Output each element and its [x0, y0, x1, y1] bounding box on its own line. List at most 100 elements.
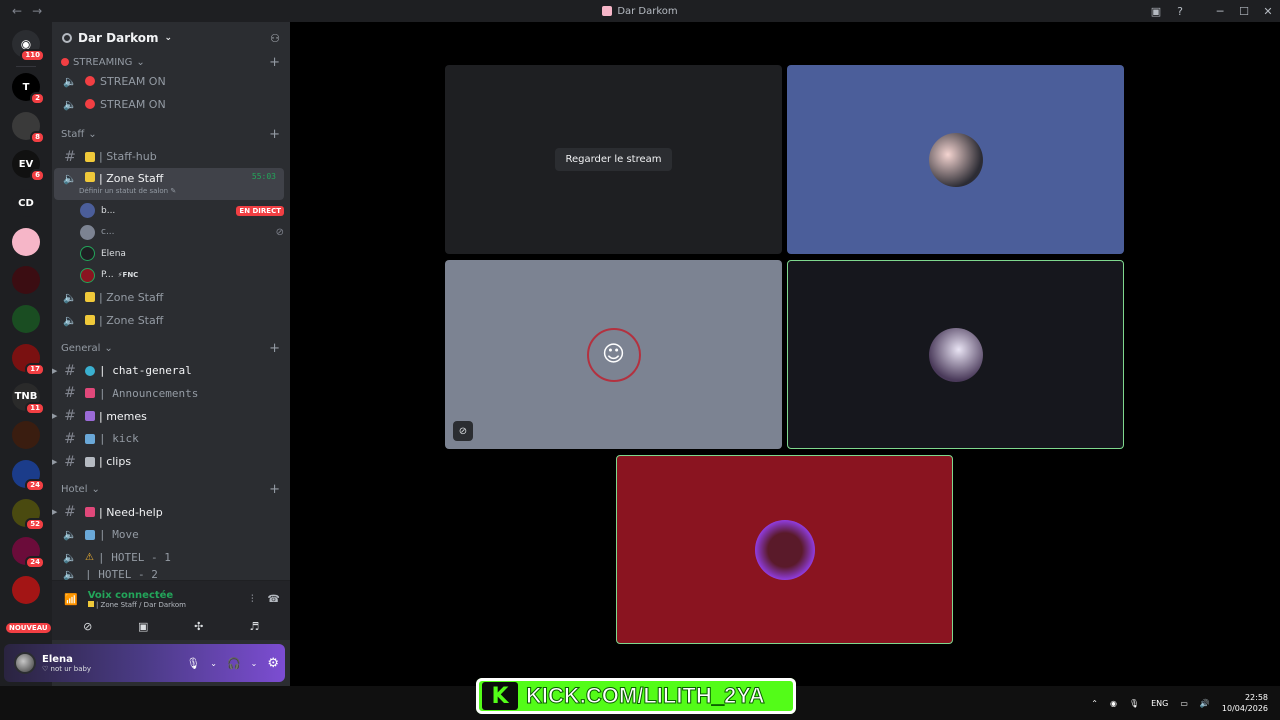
member-tag-text: FNC: [122, 271, 139, 280]
voice-channel-stream-on-1[interactable]: 🔈 STREAM ON: [54, 70, 284, 93]
stream-tile[interactable]: Regarder le stream: [445, 65, 782, 254]
voice-channel-zone-staff[interactable]: 🔈 | Zone Staff: [54, 286, 284, 309]
camera-emoji-icon: [85, 456, 95, 467]
server-icon[interactable]: [12, 575, 40, 604]
voice-status[interactable]: Voix connectée | Zone Staff / Dar Darkom: [87, 590, 186, 609]
maximize-icon[interactable]: ☐: [1232, 5, 1256, 18]
inbox-icon[interactable]: ▣: [1144, 5, 1168, 18]
new-badge[interactable]: NOUVEAU: [6, 622, 51, 633]
voice-channel-stream-on-2[interactable]: 🔈 STREAM ON: [54, 93, 284, 116]
hash-icon: #: [64, 385, 76, 402]
voice-member[interactable]: Elena: [52, 243, 284, 265]
voice-member[interactable]: c... ⊘: [52, 222, 284, 244]
signal-icon[interactable]: 📶: [64, 593, 78, 606]
server-icon[interactable]: [12, 227, 40, 256]
forward-arrow-icon[interactable]: →: [32, 4, 42, 18]
speaker-icon: 🔈: [63, 74, 77, 88]
speaker-icon: 🔈: [63, 172, 77, 186]
text-channel-need-help[interactable]: ▶ # | Need-help: [52, 501, 284, 524]
server-header[interactable]: Dar Darkom ⌄ ⚇: [52, 22, 290, 54]
server-icon[interactable]: TNB 11: [12, 382, 45, 415]
activities-icon[interactable]: ✣: [177, 617, 221, 635]
noise-suppression-icon[interactable]: ⫶: [251, 594, 254, 605]
add-channel-icon[interactable]: +: [269, 127, 280, 142]
server-icon[interactable]: 17: [12, 343, 45, 376]
voice-channel-zone-staff-active[interactable]: 🔈 | Zone Staff 55:03 Définir un statut d…: [54, 168, 284, 201]
home-button[interactable]: ◉ 110: [12, 30, 45, 62]
add-channel-icon[interactable]: +: [269, 482, 280, 497]
server-icon[interactable]: 24: [12, 459, 45, 492]
participant-tile[interactable]: ☺ ⊘: [445, 260, 782, 449]
text-channel-kick[interactable]: # | kick: [54, 428, 284, 451]
close-icon[interactable]: ✕: [1256, 5, 1280, 18]
server-icon[interactable]: CD: [12, 189, 40, 218]
language-indicator[interactable]: ENG: [1151, 699, 1168, 708]
server-icon[interactable]: 24: [12, 537, 45, 570]
channel-label: | Zone Staff: [99, 290, 164, 304]
back-arrow-icon[interactable]: ←: [12, 4, 22, 18]
red-circle-icon: [85, 76, 95, 87]
soundboard-icon[interactable]: ♬: [232, 617, 276, 635]
steam-icon[interactable]: ◉: [1110, 699, 1117, 708]
voice-member[interactable]: P... ⚡FNC: [52, 265, 284, 287]
channel-status[interactable]: Définir un statut de salon ✎: [79, 187, 176, 195]
chevron-up-icon[interactable]: ⌃: [1091, 699, 1098, 708]
disconnect-icon[interactable]: ☎: [268, 594, 280, 605]
clock-time: 22:58: [1244, 693, 1268, 702]
server-icon[interactable]: T2: [12, 73, 45, 105]
kick-emoji-icon: [85, 433, 95, 444]
microphone-icon[interactable]: 🎙: [186, 657, 200, 670]
voice-connection-panel: 📶 Voix connectée | Zone Staff / Dar Dark…: [52, 580, 290, 640]
channel-label: STREAM ON: [100, 97, 166, 111]
participant-tile[interactable]: [787, 65, 1124, 254]
text-channel-memes[interactable]: ▶ # | memes: [52, 405, 284, 428]
text-channel-chat-general[interactable]: ▶ # | chat-general: [52, 359, 284, 382]
server-icon[interactable]: [12, 305, 40, 334]
category-streaming[interactable]: STREAMING ⌄ +: [52, 54, 290, 70]
participant-tile[interactable]: [616, 455, 953, 644]
text-channel-staff-hub[interactable]: # | Staff-hub: [54, 145, 284, 168]
text-channel-announcements[interactable]: # | Announcements: [54, 382, 284, 405]
avatar: [80, 246, 95, 262]
text-channel-clips[interactable]: ▶ # | clips: [52, 450, 284, 473]
rail-divider: [16, 66, 36, 67]
voice-member[interactable]: b... EN DIRECT: [52, 200, 284, 222]
camera-off-icon[interactable]: ⊘: [66, 617, 110, 635]
channel-label: | Move: [99, 528, 139, 542]
network-icon[interactable]: ▭: [1180, 699, 1188, 708]
server-name: Dar Darkom ⌄: [62, 31, 172, 45]
volume-icon[interactable]: 🔊: [1200, 699, 1210, 708]
chevron-down-icon[interactable]: ⌄: [251, 659, 258, 668]
user-panel[interactable]: Elena ♡ not ur baby 🎙 ⌄ 🎧 ⌄ ⚙: [4, 644, 285, 682]
voice-channel-zone-staff[interactable]: 🔈 | Zone Staff: [54, 309, 284, 332]
category-general[interactable]: General ⌄ +: [52, 337, 290, 359]
voice-channel-hotel-1[interactable]: 🔈 ⚠ | HOTEL - 1: [54, 546, 284, 569]
server-icon[interactable]: EV 6: [12, 150, 45, 183]
avatar: [754, 519, 815, 580]
user-info[interactable]: Elena ♡ not ur baby: [42, 654, 91, 673]
category-staff[interactable]: Staff ⌄ +: [52, 123, 290, 145]
add-channel-icon[interactable]: +: [269, 55, 280, 70]
help-icon[interactable]: ?: [1168, 5, 1192, 18]
watch-stream-button[interactable]: Regarder le stream: [555, 148, 672, 171]
clock[interactable]: 22:58 10/04/2026: [1222, 692, 1268, 714]
voice-channel-move[interactable]: 🔈 | Move: [54, 524, 284, 547]
microphone-icon[interactable]: 🎙: [1129, 699, 1139, 708]
server-icon[interactable]: 52: [12, 498, 45, 531]
chevron-down-icon[interactable]: ⌄: [210, 659, 217, 668]
headphones-icon[interactable]: 🎧: [227, 657, 241, 670]
add-member-icon[interactable]: ⚇: [270, 32, 280, 45]
title-bar: ← → Dar Darkom ▣ ? ─ ☐ ✕: [0, 0, 1280, 22]
voice-stage: Regarder le stream ☺ ⊘: [290, 22, 1280, 686]
avatar[interactable]: [14, 652, 36, 674]
category-hotel[interactable]: Hotel ⌄ +: [52, 479, 290, 501]
server-icon[interactable]: [12, 266, 40, 295]
discord-app: ← → Dar Darkom ▣ ? ─ ☐ ✕ ◉ 110 T 2 8 EV 6 CD 1…: [0, 0, 1280, 720]
server-icon[interactable]: [12, 421, 40, 450]
server-icon[interactable]: 8: [12, 111, 45, 144]
add-channel-icon[interactable]: +: [269, 341, 280, 356]
participant-tile[interactable]: [787, 260, 1124, 449]
minimize-icon[interactable]: ─: [1208, 5, 1232, 18]
settings-gear-icon[interactable]: ⚙: [267, 656, 279, 671]
screen-share-icon[interactable]: ▣: [121, 617, 165, 635]
